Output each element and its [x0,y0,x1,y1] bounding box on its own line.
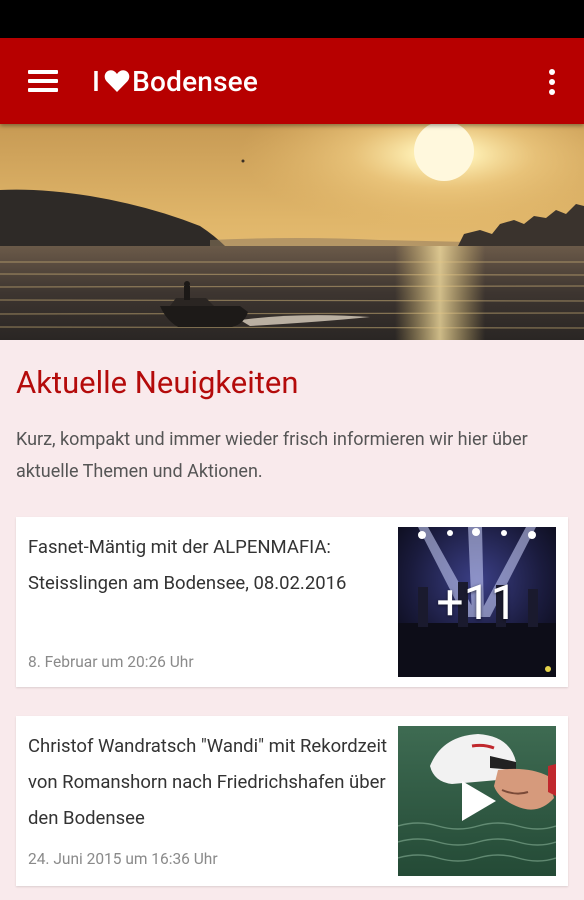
hero-image [0,124,584,340]
app-bar: I Bodensee [0,38,584,124]
overflow-menu-icon[interactable] [538,66,566,98]
news-title[interactable]: Christof Wandratsch "Wandi" mit Rekordze… [28,728,396,836]
status-bar [0,0,584,38]
section-description: Kurz, kompakt und immer wieder frisch in… [16,429,528,482]
more-images-count: +11 [436,573,518,631]
news-date: 24. Juni 2015 um 16:36 Uhr [28,850,218,868]
hamburger-menu-icon[interactable] [22,62,64,100]
news-card[interactable]: Christof Wandratsch "Wandi" mit Rekordze… [16,716,568,886]
news-thumbnail[interactable]: +11 [398,527,556,677]
news-card[interactable]: Fasnet-Mäntig mit der ALPENMAFIA: Steiss… [16,517,568,687]
news-title[interactable]: Fasnet-Mäntig mit der ALPENMAFIA: Steiss… [28,529,396,601]
section-title: Aktuelle Neuigkeiten [16,364,299,401]
app-title-prefix: I [92,64,101,98]
news-date: 8. Februar um 20:26 Uhr [28,653,194,671]
news-thumbnail[interactable] [398,726,556,876]
app-title-suffix: Bodensee [132,64,259,98]
app-title: I Bodensee [92,62,258,100]
heart-icon [104,70,130,92]
